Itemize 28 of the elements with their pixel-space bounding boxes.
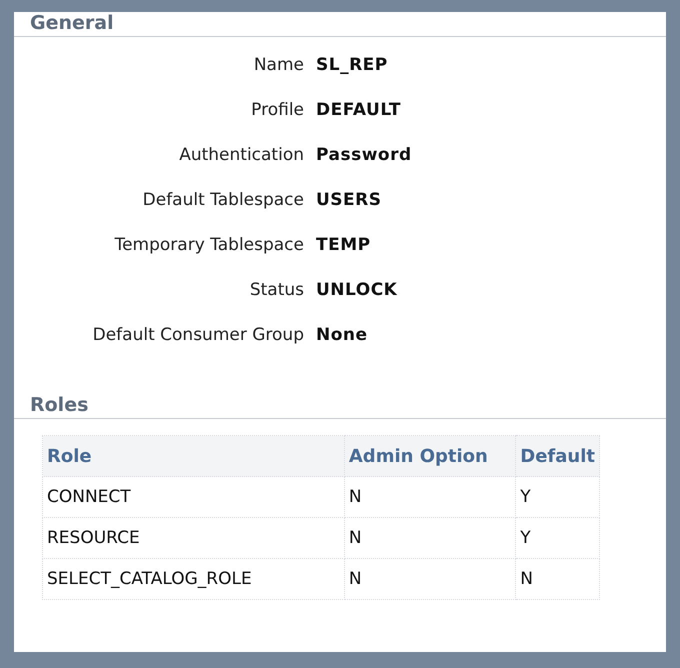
- field-value: SL_REP: [316, 55, 388, 75]
- field-label: Default Tablespace: [142, 190, 304, 210]
- table-cell: Y: [516, 476, 600, 518]
- table-cell: N: [344, 558, 516, 600]
- section-title: Roles: [30, 394, 88, 416]
- field-label: Status: [250, 280, 304, 300]
- field-label: Default Consumer Group: [92, 325, 304, 345]
- column-header: Role: [42, 436, 344, 476]
- table-cell: N: [344, 476, 516, 518]
- field-value: TEMP: [316, 235, 371, 255]
- table-cell: RESOURCE: [42, 518, 344, 558]
- field-label: Temporary Tablespace: [114, 235, 304, 255]
- field-label: Profile: [251, 100, 304, 120]
- table-cell: SELECT_CATALOG_ROLE: [42, 558, 344, 600]
- section-title: General: [30, 12, 114, 34]
- column-header: Default: [516, 436, 600, 476]
- field-value: USERS: [316, 190, 382, 210]
- field-value: Password: [316, 145, 412, 165]
- table-cell: N: [516, 558, 600, 600]
- table-cell: N: [344, 518, 516, 558]
- column-header: Admin Option: [344, 436, 516, 476]
- table-cell: Y: [516, 518, 600, 558]
- table-cell: CONNECT: [42, 476, 344, 518]
- field-value: UNLOCK: [316, 280, 398, 300]
- field-value: None: [316, 325, 368, 345]
- field-label: Authentication: [179, 145, 304, 165]
- field-label: Name: [254, 55, 304, 75]
- field-value: DEFAULT: [316, 100, 401, 120]
